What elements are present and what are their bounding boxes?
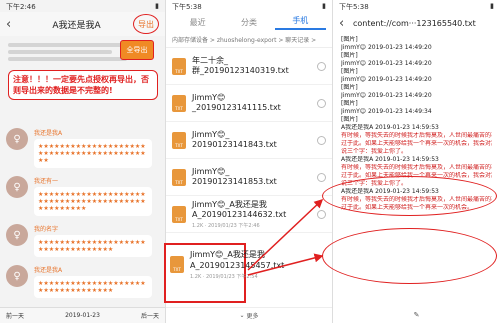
text-line: JimmY😊 2019-01-23 14:49:20 (341, 92, 432, 99)
select-checkbox[interactable] (317, 61, 326, 71)
battery-icon: ▮ (155, 2, 159, 10)
select-checkbox[interactable] (317, 135, 326, 145)
txt-file-icon: TXT (172, 94, 186, 112)
viewer-header: ‹ content://com···123165540.txt (333, 12, 500, 34)
file-meta: 1.2K · 2019/01/23 下午2:46 (192, 222, 260, 229)
avatar[interactable]: ♀ (6, 128, 28, 150)
date-selector[interactable]: 2019-01-23 (65, 312, 100, 319)
text-line: A我还是我A 2019-01-23 14:59:53 (341, 124, 439, 131)
day-navigation: 前一天 2019-01-23 后一天 (0, 307, 165, 323)
battery-icon: ▮ (490, 2, 494, 10)
text-line: JimmY😊 2019-01-23 14:49:20 (341, 60, 432, 67)
message-bubble: ★★★★★★★★★★★★★★★★★★★★★★★★★★★★★★★★★★★★★★★★… (34, 187, 152, 216)
file-name: JimmY😊_A我还是我 (190, 250, 265, 259)
tab-category[interactable]: 分类 (223, 17, 274, 28)
select-checkbox[interactable] (317, 98, 326, 108)
file-name-line2: 群_20190123140319.txt (192, 66, 289, 75)
text-line: [图片] (341, 52, 358, 59)
txt-file-icon: TXT (172, 205, 186, 223)
avatar[interactable]: ♀ (6, 265, 28, 287)
text-line: 有时候，等我失去的时候我才后悔莫及，人世间最痛苦的事莫 (341, 132, 492, 139)
txt-file-icon: TXT (172, 131, 186, 149)
next-day-button[interactable]: 后一天 (141, 311, 159, 320)
message-item: ♀ 我还有一 ★★★★★★★★★★★★★★★★★★★★★★★★★★★★★★★★★… (0, 176, 165, 216)
file-name-line2: A_20190123145457.txt (190, 261, 285, 270)
message-item: ♀ 我还是我A ★★★★★★★★★★★★★★★★★★★★★★★★★★★★★★★★… (0, 128, 165, 168)
export-button[interactable]: 导出 (133, 14, 159, 34)
text-line: [图片] (341, 36, 358, 43)
sender-name: 我还是我A (34, 267, 63, 274)
status-time: 下午5:38 (339, 3, 369, 11)
text-line: [图片] (341, 116, 358, 123)
battery-icon: ▮ (322, 2, 326, 10)
file-name-line2: 20190123141843.txt (192, 140, 277, 149)
file-name: JimmY😊_ (192, 167, 230, 176)
message-bubble: ★★★★★★★★★★★★★★★★★★★★★★★★★★★★★★★★★★★★★★★★… (34, 139, 152, 168)
sender-name: 我还是我A (34, 130, 63, 137)
file-name-line2: 20190123141853.txt (192, 177, 277, 186)
sender-name: 我的名字 (34, 226, 59, 233)
tab-recent[interactable]: 最近 (172, 17, 223, 28)
text-line: JimmY😊 2019-01-23 14:49:20 (341, 76, 432, 83)
chat-title: A我还是我A (52, 20, 101, 31)
file-name: 年二十余_ (192, 56, 228, 65)
chat-header: ‹ A我还是我A 导出 (0, 12, 165, 36)
file-item[interactable]: TXT 年二十余_ 群_20190123140319.txt (166, 48, 332, 85)
more-button[interactable]: ⌄ 更多 (166, 307, 332, 323)
text-line: 过于此。如果上天能够给我一个再来一次的机会，我会对那个女孩子 (341, 140, 492, 147)
txt-file-icon: TXT (170, 256, 184, 273)
warning-annotation: 注意！！！一定要先点授权再导出，否则导出来的数据是不完整的! (8, 70, 158, 100)
select-checkbox[interactable] (317, 209, 326, 219)
tab-phone[interactable]: 手机 (274, 15, 326, 30)
file-name-line2: _20190123141115.txt (192, 103, 281, 112)
more-icon: ⌄ (239, 312, 247, 319)
all-export-button[interactable]: 全导出 (120, 40, 154, 60)
message-item: ♀ 我的名字 ★★★★★★★★★★★★★★★★★★★★★★★★★★★★★★★★★… (0, 224, 165, 257)
breadcrumb[interactable]: 内部存储设备 > zhuoshelong-export > 聊天记录 > (166, 32, 332, 48)
status-time: 下午5:38 (172, 3, 202, 11)
highlight-oval (322, 176, 497, 216)
highlighted-file-item[interactable]: TXT JimmY😊_A我还是我 A_20190123145457.txt 1.2K… (164, 243, 284, 303)
text-line: [图片] (341, 100, 358, 107)
file-name: JimmY😊_A我还是我 (192, 199, 267, 209)
status-bar: 下午5:38 ▮ (333, 0, 500, 12)
tab-bar: 最近 分类 手机 (166, 12, 332, 32)
status-bar: 下午5:38 ▮ (166, 0, 332, 12)
back-arrow-icon[interactable]: ‹ (6, 17, 20, 32)
status-time: 下午2:46 (6, 3, 36, 11)
file-meta: 1.2K · 2019/01/23 下午2:54 (190, 274, 258, 280)
text-line: A我还是我A 2019-01-23 14:59:53 (341, 156, 439, 163)
file-item[interactable]: TXT JimmY😊_A我还是我 A_20190123144632.txt 1.2K… (166, 196, 332, 233)
message-item: ♀ 我还是我A ★★★★★★★★★★★★★★★★★★★★★★★★★★★★★★★★… (0, 265, 165, 298)
back-arrow-icon[interactable]: ‹ (339, 16, 353, 31)
file-path-title: content://com···123165540.txt (353, 18, 476, 28)
select-checkbox[interactable] (317, 172, 326, 182)
edit-icon[interactable]: ✎ (414, 311, 420, 319)
status-bar: 下午2:46 ▮ (0, 0, 165, 12)
message-bubble: ★★★★★★★★★★★★★★★★★★★★★★★★★★★★★★★★★★ (34, 276, 152, 298)
avatar[interactable]: ♀ (6, 224, 28, 246)
file-name: JimmY😊_ (192, 130, 230, 139)
file-name: JimmY😊 (192, 93, 226, 102)
more-label: 更多 (246, 313, 259, 320)
text-line: 说三个字：我爱上你了。 (341, 148, 408, 155)
text-line: JimmY😊 2019-01-23 14:49:34 (341, 108, 432, 115)
text-line: 有时候，等我失去的时候我才后悔莫及，人世间最痛苦的事莫 (341, 164, 492, 171)
text-line: JimmY😊 2019-01-23 14:49:20 (341, 44, 432, 51)
txt-file-icon: TXT (172, 57, 186, 75)
bottom-bar: ✎ (333, 307, 500, 323)
file-item[interactable]: TXT JimmY😊_ 20190123141853.txt (166, 159, 332, 196)
message-bubble: ★★★★★★★★★★★★★★★★★★★★★★★★★★★★★★★★★★ (34, 235, 152, 257)
avatar[interactable]: ♀ (6, 176, 28, 198)
text-line: [图片] (341, 84, 358, 91)
previous-day-button[interactable]: 前一天 (6, 311, 24, 320)
file-item[interactable]: TXT JimmY😊 _20190123141115.txt (166, 85, 332, 122)
sender-name: 我还有一 (34, 178, 59, 185)
highlight-oval (322, 228, 497, 284)
file-item[interactable]: TXT JimmY😊_ 20190123141843.txt (166, 122, 332, 159)
text-line: [图片] (341, 68, 358, 75)
txt-file-icon: TXT (172, 168, 186, 186)
file-name-line2: A_20190123144632.txt (192, 209, 287, 219)
